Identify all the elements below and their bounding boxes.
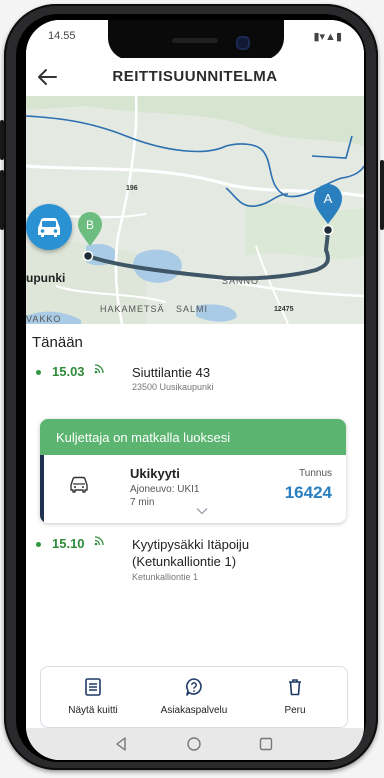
car-icon: [38, 218, 60, 237]
receipt-icon: [85, 678, 101, 696]
map-label-sanno: SANNO: [222, 276, 259, 286]
customer-service-button[interactable]: Asiakaspalvelu: [144, 667, 244, 727]
driver-card[interactable]: Kuljettaja on matkalla luoksesi Ukikyyti…: [40, 419, 346, 523]
map-label-road-196: 196: [126, 185, 138, 192]
app-screen: 14.55 ▮▾▲▮ REITTISUUNNITELMA B A 196 upu…: [26, 20, 364, 760]
pickup-time: 15.03: [52, 364, 85, 379]
service-name: Ukikyyti: [130, 466, 180, 481]
trip-panel: Tänään 15.03 Siuttilantie 43 23500 Uusik…: [26, 324, 364, 760]
status-bar: 14.55 ▮▾▲▮: [26, 20, 364, 60]
dropoff-place-line1: Kyytipysäkki Itäpoiju: [132, 537, 250, 552]
code-label: Tunnus: [299, 468, 332, 479]
pickup-postal: 23500 Uusikaupunki: [132, 382, 214, 392]
customer-service-label: Asiakaspalvelu: [160, 705, 228, 716]
phone-side-button: [380, 160, 384, 230]
cancel-trip-button[interactable]: Peru: [245, 667, 345, 727]
stop-dot: [36, 542, 41, 547]
show-receipt-label: Näytä kuitti: [68, 705, 118, 716]
map-label-vakko: VAKKO: [26, 314, 61, 324]
card-accent-stripe: [40, 455, 44, 523]
trash-icon: [289, 679, 301, 696]
phone-frame: 14.55 ▮▾▲▮ REITTISUUNNITELMA B A 196 upu…: [4, 4, 378, 770]
vehicle-id: Ajoneuvo: UKI1: [130, 484, 200, 495]
stop-dot: [36, 370, 41, 375]
taxi-icon: [70, 476, 88, 493]
realtime-icon: [94, 364, 104, 374]
device-stage: 14.55 ▮▾▲▮ REITTISUUNNITELMA B A 196 upu…: [0, 0, 384, 778]
status-time: 14.55: [48, 30, 76, 42]
phone-notch: [108, 20, 284, 60]
cancel-trip-label: Peru: [284, 705, 306, 716]
realtime-icon: [94, 536, 104, 546]
vehicle-location-button[interactable]: [26, 204, 72, 250]
status-icons: ▮▾▲▮: [313, 31, 342, 43]
front-camera: [236, 36, 250, 50]
origin-marker-label: B: [86, 218, 94, 232]
action-bar: Näytä kuitti Asiakaspalvelu Peru: [40, 666, 348, 728]
nav-back-icon[interactable]: [114, 736, 128, 752]
pickup-address: Siuttilantie 43: [132, 365, 211, 380]
app-bar: REITTISUUNNITELMA: [26, 58, 364, 96]
booking-code: 16424: [284, 483, 332, 502]
map-label-town: upunki: [26, 271, 65, 285]
map-label-road-12475: 12475: [274, 306, 294, 313]
route-map[interactable]: B A 196 upunki SANNO 12475 HAKAMETSÄ SAL…: [26, 96, 364, 324]
show-receipt-button[interactable]: Näytä kuitti: [43, 667, 143, 727]
nav-home-icon[interactable]: [186, 736, 202, 752]
nav-recents-icon[interactable]: [258, 736, 274, 752]
dropoff-place-line2: (Ketunkalliontie 1): [132, 554, 237, 569]
chevron-down-icon[interactable]: [196, 507, 208, 515]
dropoff-street: Ketunkalliontie 1: [132, 572, 199, 582]
driver-status-text: Kuljettaja on matkalla luoksesi: [56, 430, 231, 445]
support-icon: [186, 678, 202, 696]
page-title: REITTISUUNNITELMA: [112, 68, 278, 85]
driver-card-header: Kuljettaja on matkalla luoksesi: [40, 419, 346, 455]
map-canvas: B A 196 upunki SANNO 12475 HAKAMETSÄ SAL…: [26, 96, 364, 324]
day-heading: Tänään: [32, 334, 83, 351]
speaker-grille: [172, 38, 218, 43]
dropoff-time: 15.10: [52, 536, 85, 551]
system-nav-bar: [26, 728, 364, 760]
dropoff-place: Kyytipysäkki Itäpoiju (Ketunkalliontie 1…: [132, 536, 332, 570]
eta: 7 min: [130, 497, 155, 508]
map-label-salmi: SALMI: [176, 304, 208, 314]
destination-marker-label: A: [324, 191, 333, 206]
map-label-hakametsa: HAKAMETSÄ: [100, 304, 165, 314]
